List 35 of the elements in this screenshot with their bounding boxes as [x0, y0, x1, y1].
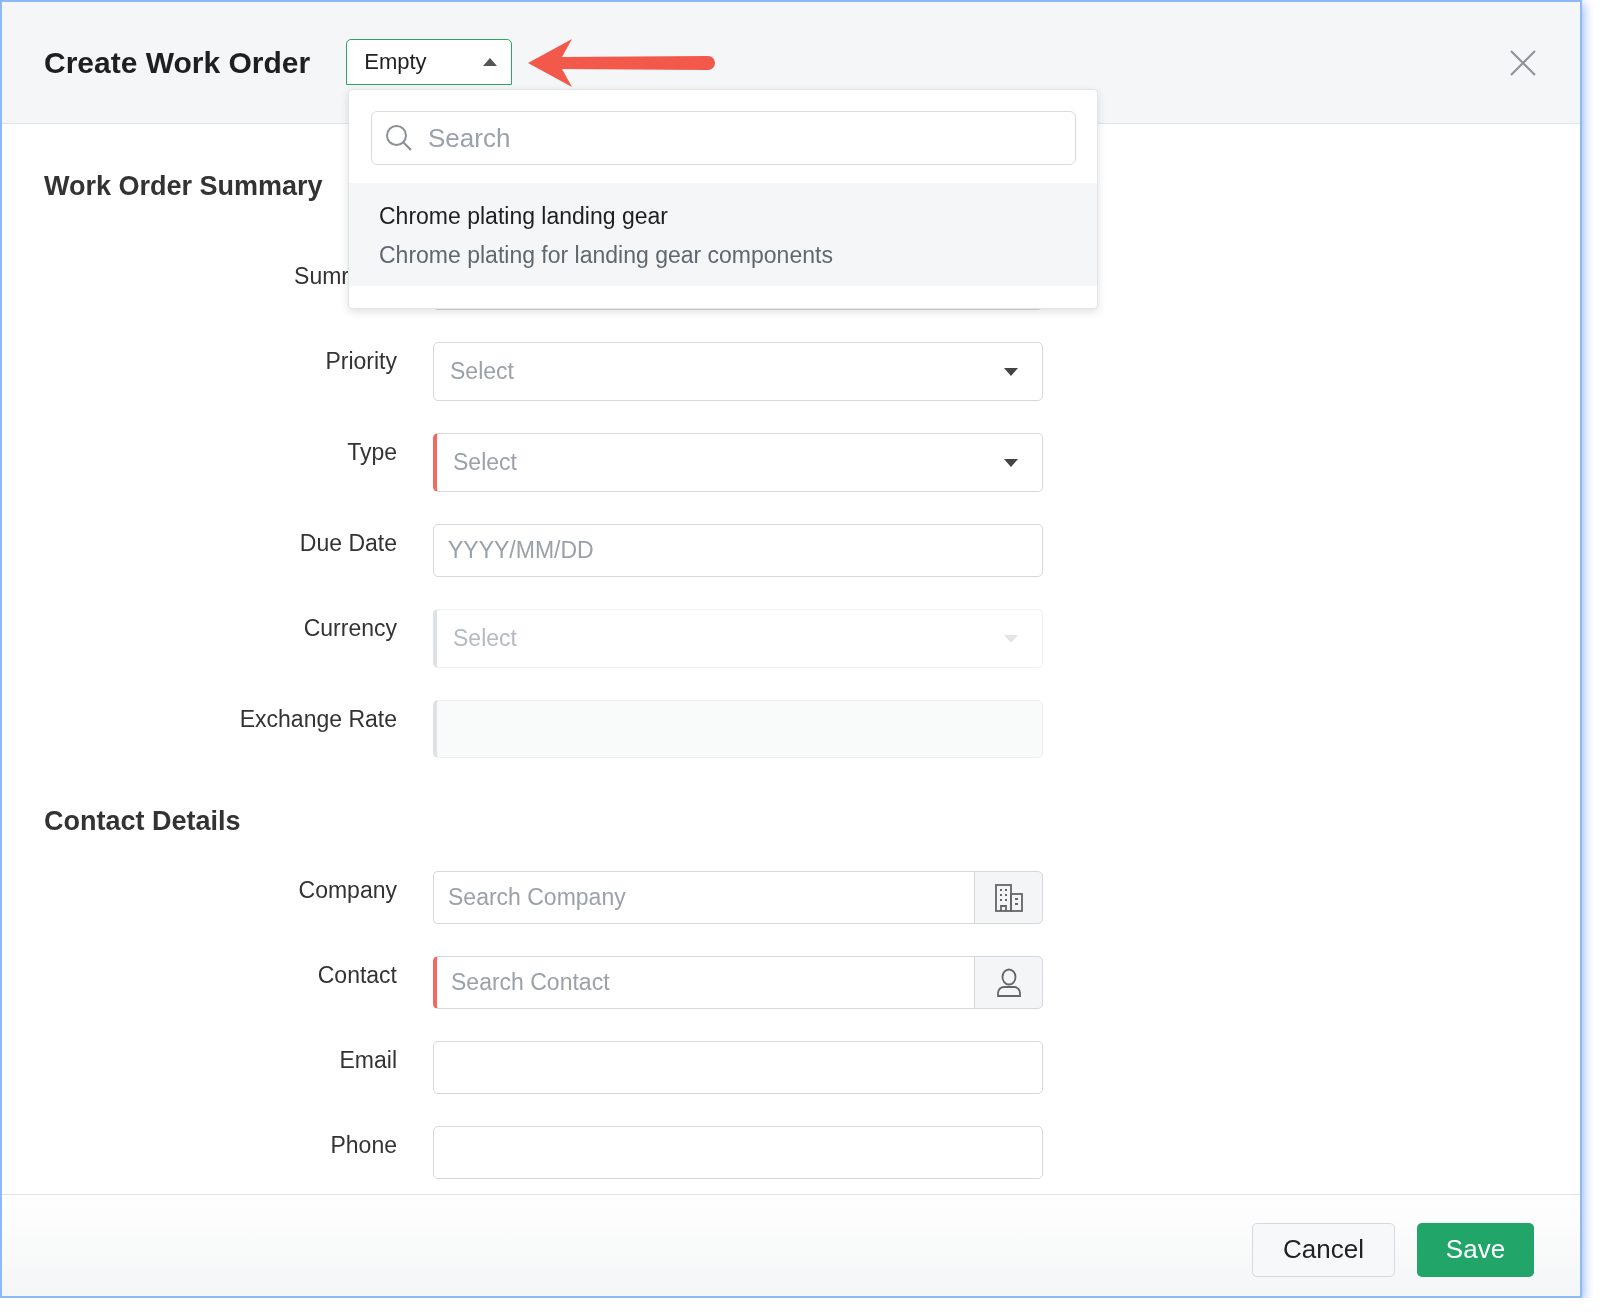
contact-search-field[interactable]: Search Contact	[433, 956, 974, 1009]
close-icon[interactable]	[1510, 49, 1536, 76]
contact-lookup-button[interactable]	[974, 956, 1043, 1009]
field-label: Type	[346, 438, 397, 467]
caret-icon	[1004, 634, 1018, 643]
template-dropdown[interactable]: Empty	[346, 38, 513, 85]
field-label: Due Date	[298, 529, 397, 558]
search-icon	[385, 124, 413, 152]
company-search-field[interactable]: Search Company	[433, 871, 974, 924]
caret-icon	[483, 57, 498, 66]
buildings-icon	[993, 882, 1024, 913]
field-label: Company	[297, 876, 397, 905]
field-label: Exchange Rate	[238, 705, 397, 734]
search-field[interactable]: Search	[371, 111, 1076, 165]
text-field[interactable]	[433, 1126, 1043, 1179]
date-field[interactable]: YYYY/MM/DD	[433, 524, 1043, 577]
dialog-title: Create Work Order	[44, 45, 311, 80]
field-label: Sumr	[293, 262, 350, 291]
select-field[interactable]: Select	[433, 342, 1043, 401]
text-field[interactable]	[433, 1041, 1043, 1094]
section-heading: Contact Details	[44, 805, 242, 837]
section-heading: Work Order Summary	[44, 170, 324, 202]
menu-item[interactable]: Chrome plating landing gear Chrome plating for landing gear components	[349, 183, 1097, 286]
caret-icon	[1004, 367, 1018, 376]
field-label: Currency	[302, 614, 397, 643]
field-label: Phone	[329, 1131, 397, 1160]
field-label: Email	[338, 1046, 397, 1075]
caret-icon	[1004, 458, 1018, 467]
field-label: Priority	[324, 347, 397, 376]
cancel-button[interactable]: Cancel	[1252, 1222, 1395, 1277]
select-field[interactable]: Select	[433, 433, 1043, 492]
field-label: Contact	[316, 961, 397, 990]
person-icon	[995, 967, 1022, 998]
save-button[interactable]: Save	[1417, 1222, 1534, 1277]
company-lookup-button[interactable]	[974, 871, 1043, 924]
